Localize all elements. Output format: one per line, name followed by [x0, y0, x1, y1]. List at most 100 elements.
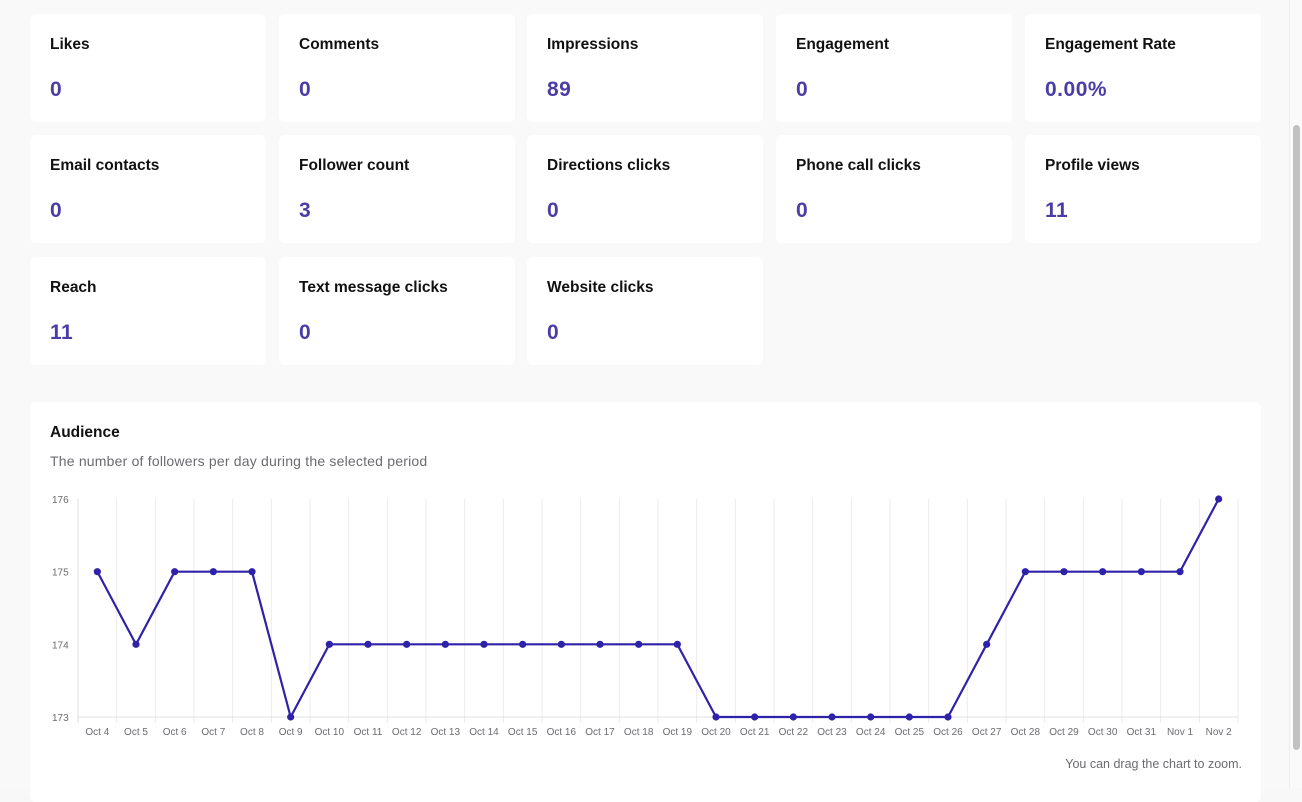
stat-card-likes: Likes 0 [30, 14, 266, 122]
stat-label: Impressions [547, 36, 639, 53]
data-point-oct-17 [596, 640, 604, 648]
data-point-oct-27 [983, 640, 991, 648]
x-tick-label: Oct 12 [392, 727, 422, 738]
x-tick-label: Oct 18 [624, 727, 654, 738]
data-point-oct-10 [325, 640, 333, 648]
data-point-oct-9 [287, 713, 295, 721]
stat-label: Follower count [299, 157, 410, 174]
stat-label: Email contacts [50, 157, 160, 174]
x-tick-label: Oct 8 [240, 727, 264, 738]
x-tick-label: Oct 24 [856, 727, 886, 738]
stat-label: Profile views [1045, 157, 1140, 174]
stat-value: 11 [1045, 199, 1069, 222]
data-point-nov-1 [1176, 568, 1184, 576]
data-point-oct-4 [93, 568, 101, 576]
x-tick-label: Oct 21 [740, 727, 770, 738]
data-point-oct-16 [557, 640, 565, 648]
x-tick-label: Oct 17 [585, 727, 615, 738]
data-point-oct-7 [209, 568, 217, 576]
data-point-oct-28 [1021, 568, 1029, 576]
stat-label: Phone call clicks [796, 157, 921, 174]
data-point-oct-14 [480, 640, 488, 648]
x-tick-label: Oct 4 [85, 727, 109, 738]
stat-label: Engagement [796, 36, 890, 53]
data-point-oct-19 [673, 640, 681, 648]
data-point-oct-29 [1060, 568, 1068, 576]
y-tick-label: 174 [52, 640, 69, 651]
stat-card-comments: Comments 0 [279, 14, 515, 122]
x-tick-label: Oct 9 [279, 727, 303, 738]
stat-card-engagement: Engagement 0 [776, 14, 1012, 122]
data-point-oct-6 [171, 568, 179, 576]
stat-card-follower-count: Follower count 3 [279, 135, 515, 243]
x-tick-label: Oct 31 [1127, 727, 1157, 738]
x-tick-label: Oct 25 [895, 727, 925, 738]
x-tick-label: Oct 7 [201, 727, 225, 738]
data-point-oct-15 [519, 640, 527, 648]
data-point-oct-20 [712, 713, 720, 721]
x-tick-label: Oct 10 [315, 727, 345, 738]
stat-label: Text message clicks [299, 279, 448, 296]
data-point-oct-11 [364, 640, 372, 648]
x-tick-label: Oct 22 [779, 727, 809, 738]
x-tick-label: Nov 1 [1167, 727, 1194, 738]
vertical-scrollbar[interactable] [1289, 0, 1302, 788]
stat-value: 0 [796, 78, 809, 101]
x-tick-label: Oct 19 [663, 727, 693, 738]
scrollbar-thumb[interactable] [1293, 125, 1300, 750]
stat-card-email-contacts: Email contacts 0 [30, 135, 266, 243]
stat-value: 3 [299, 199, 312, 222]
x-tick-label: Oct 16 [547, 727, 577, 738]
audience-chart-card: Audience The number of followers per day… [30, 402, 1261, 802]
stat-card-profile-views: Profile views 11 [1025, 135, 1261, 243]
data-point-oct-22 [789, 713, 797, 721]
stat-value: 0 [547, 199, 560, 222]
stat-value: 11 [50, 321, 74, 344]
chart-zoom-hint: You can drag the chart to zoom. [1065, 757, 1242, 771]
x-tick-label: Oct 6 [163, 727, 187, 738]
data-point-oct-23 [828, 713, 836, 721]
x-tick-label: Oct 29 [1049, 727, 1079, 738]
stat-label: Website clicks [547, 279, 654, 296]
stat-label: Reach [50, 279, 97, 296]
stat-value: 89 [547, 78, 572, 101]
stat-label: Directions clicks [547, 157, 671, 174]
stat-card-phone-call-clicks: Phone call clicks 0 [776, 135, 1012, 243]
data-point-oct-31 [1137, 568, 1145, 576]
x-tick-label: Oct 20 [701, 727, 731, 738]
data-point-oct-5 [132, 640, 140, 648]
stat-card-engagement-rate: Engagement Rate 0.00% [1025, 14, 1261, 122]
stat-card-website-clicks: Website clicks 0 [527, 257, 763, 365]
data-point-oct-8 [248, 568, 256, 576]
audience-line-chart[interactable]: 173 174 175 176 Oct 4 Oct 5 Oct 6 Oct 7 Oct 8 Oct… [30, 402, 1261, 802]
stat-value: 0 [50, 78, 63, 101]
x-tick-label: Nov 2 [1206, 727, 1233, 738]
y-tick-label: 175 [52, 568, 69, 579]
stat-label: Likes [50, 36, 90, 53]
dashboard-content: Likes 0 Comments 0 Impressions 89 Engagement 0 E… [0, 0, 1289, 802]
data-point-oct-24 [867, 713, 875, 721]
x-tick-label: Oct 23 [817, 727, 847, 738]
data-point-oct-18 [635, 640, 643, 648]
stat-card-text-message-clicks: Text message clicks 0 [279, 257, 515, 365]
data-point-oct-25 [905, 713, 913, 721]
stat-label: Engagement Rate [1045, 36, 1176, 53]
stat-card-reach: Reach 11 [30, 257, 266, 365]
y-tick-label: 173 [52, 713, 69, 724]
data-point-oct-21 [751, 713, 759, 721]
stat-value: 0.00% [1045, 78, 1108, 101]
data-point-oct-26 [944, 713, 952, 721]
x-tick-label: Oct 28 [1011, 727, 1041, 738]
x-tick-label: Oct 27 [972, 727, 1002, 738]
stat-value: 0 [547, 321, 560, 344]
y-tick-label: 176 [52, 495, 69, 506]
stat-card-directions-clicks: Directions clicks 0 [527, 135, 763, 243]
x-tick-label: Oct 26 [933, 727, 963, 738]
data-point-oct-13 [441, 640, 449, 648]
data-point-oct-30 [1099, 568, 1107, 576]
x-tick-label: Oct 30 [1088, 727, 1118, 738]
stat-value: 0 [50, 199, 63, 222]
data-point-nov-2 [1215, 495, 1223, 503]
x-tick-label: Oct 11 [354, 727, 383, 738]
stat-value: 0 [299, 321, 312, 344]
